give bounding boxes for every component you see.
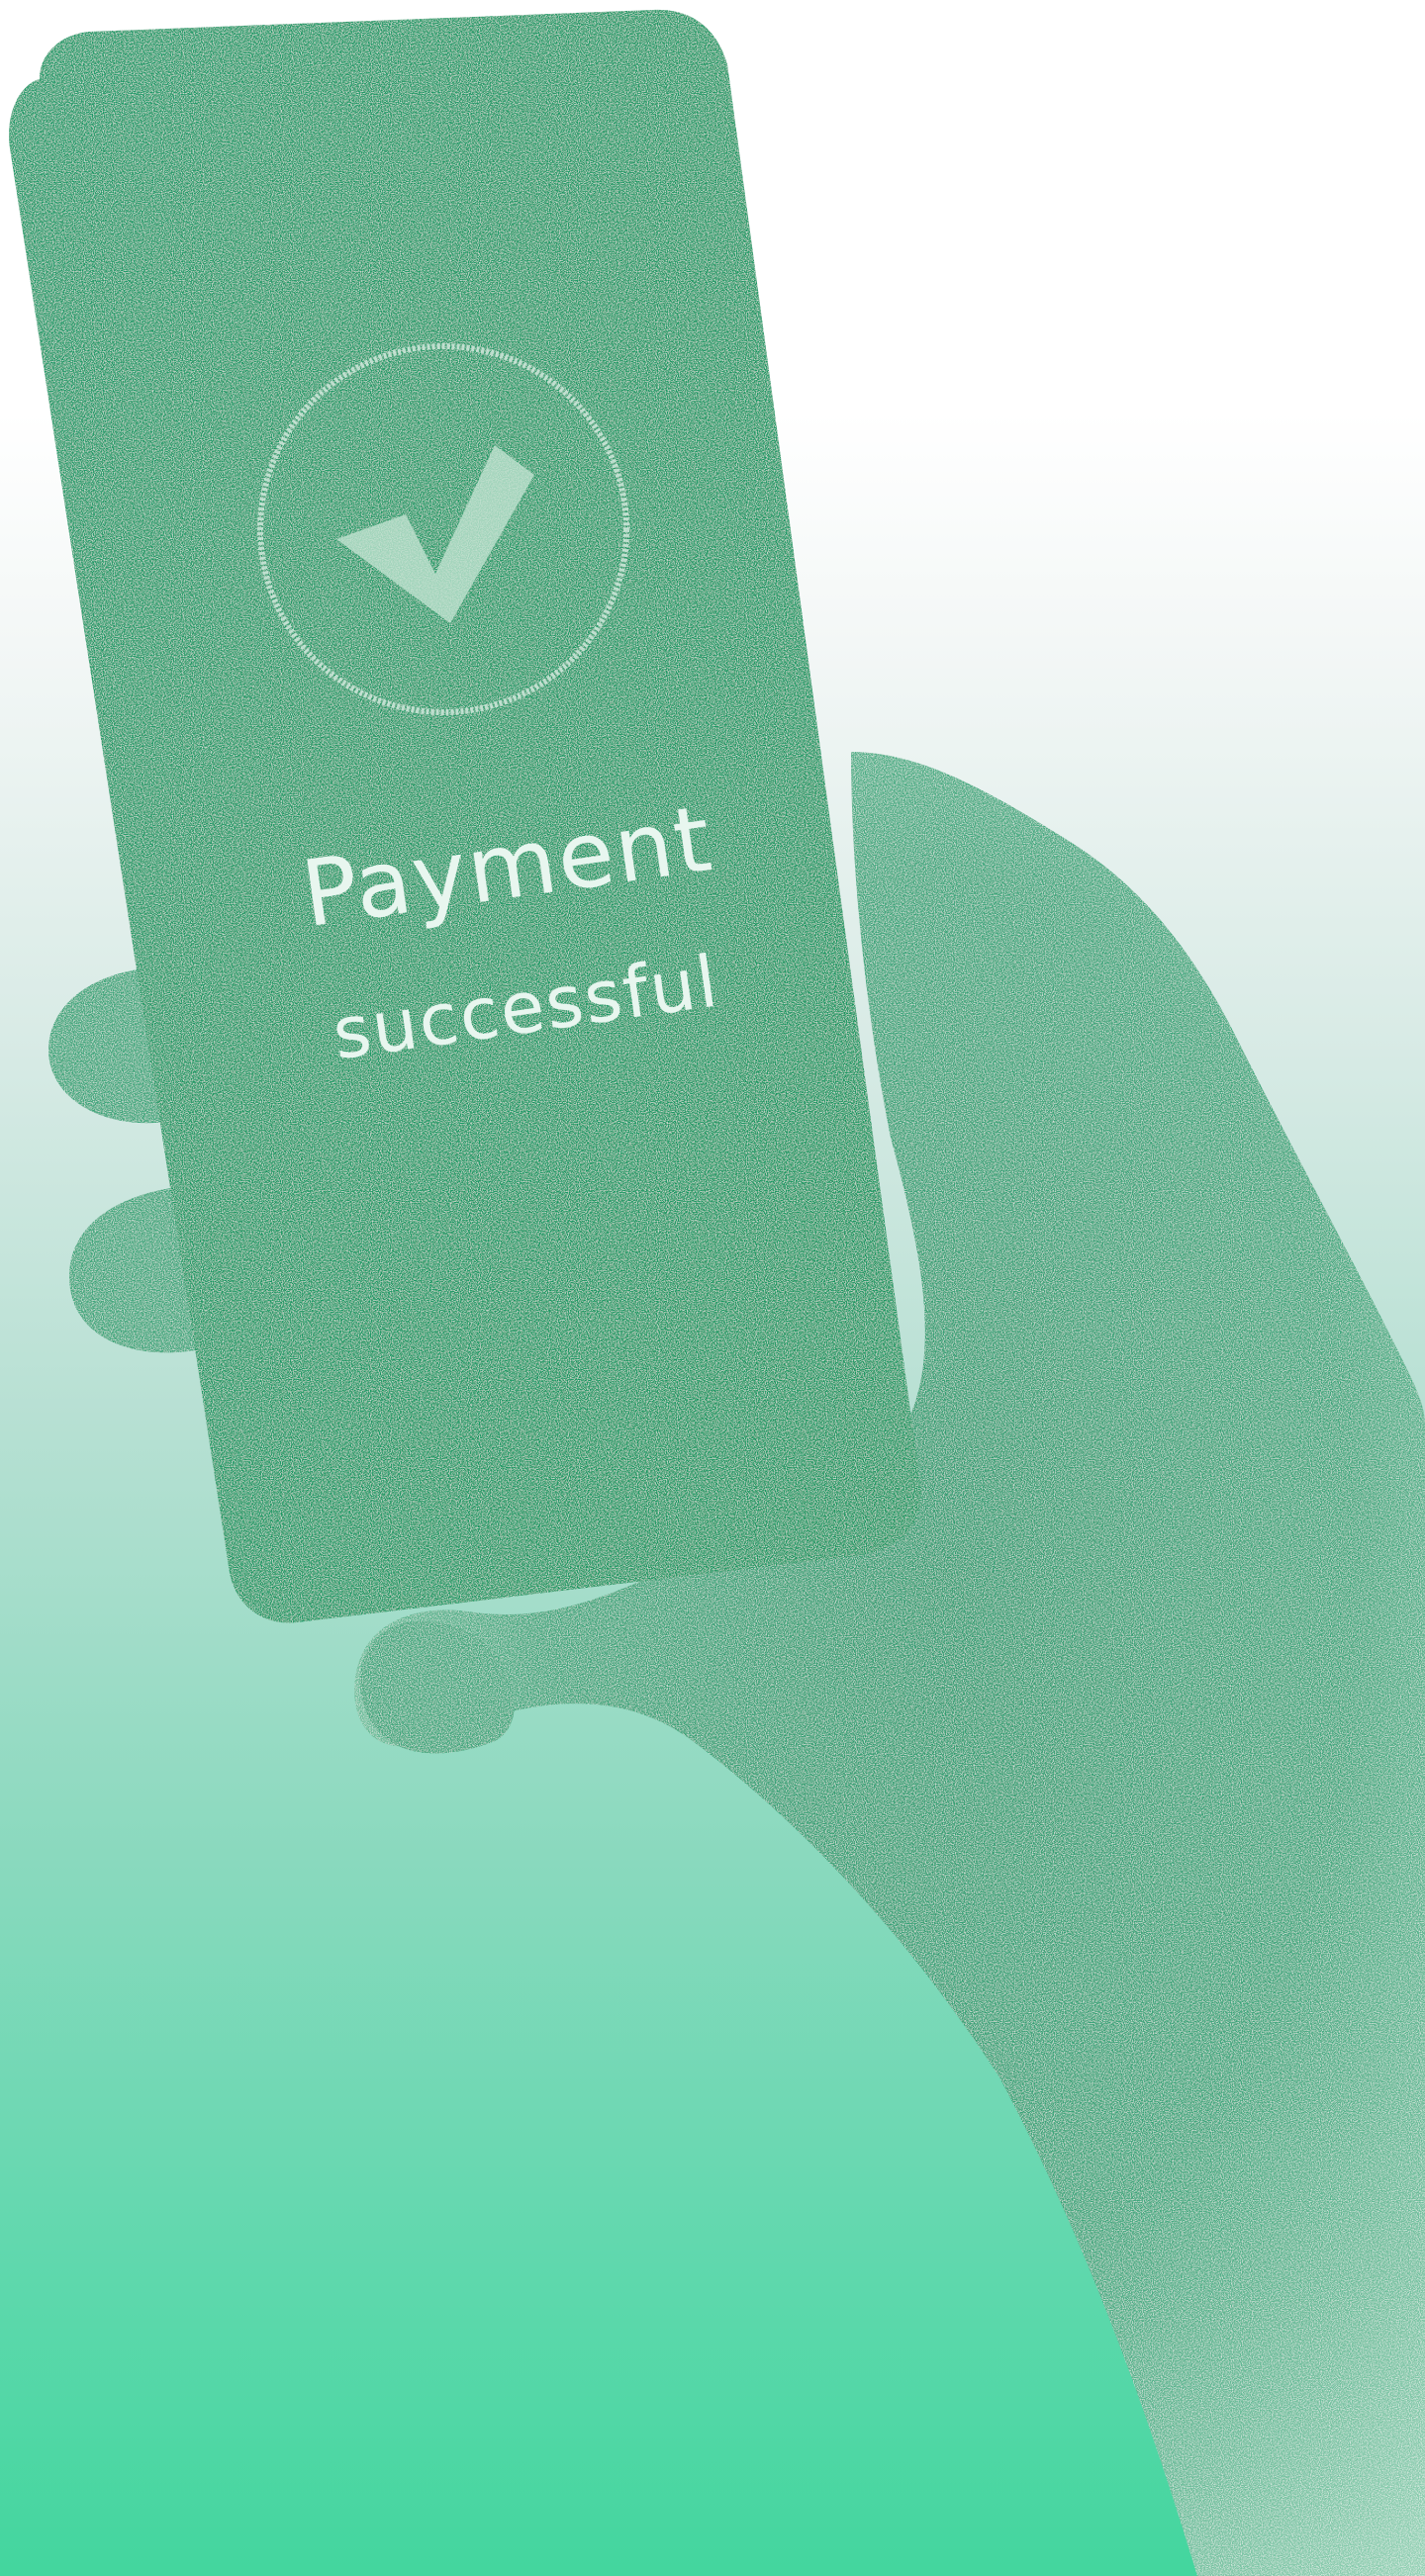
- hand-holding-phone-illustration: [9, 9, 1425, 2576]
- phone: [9, 9, 921, 1623]
